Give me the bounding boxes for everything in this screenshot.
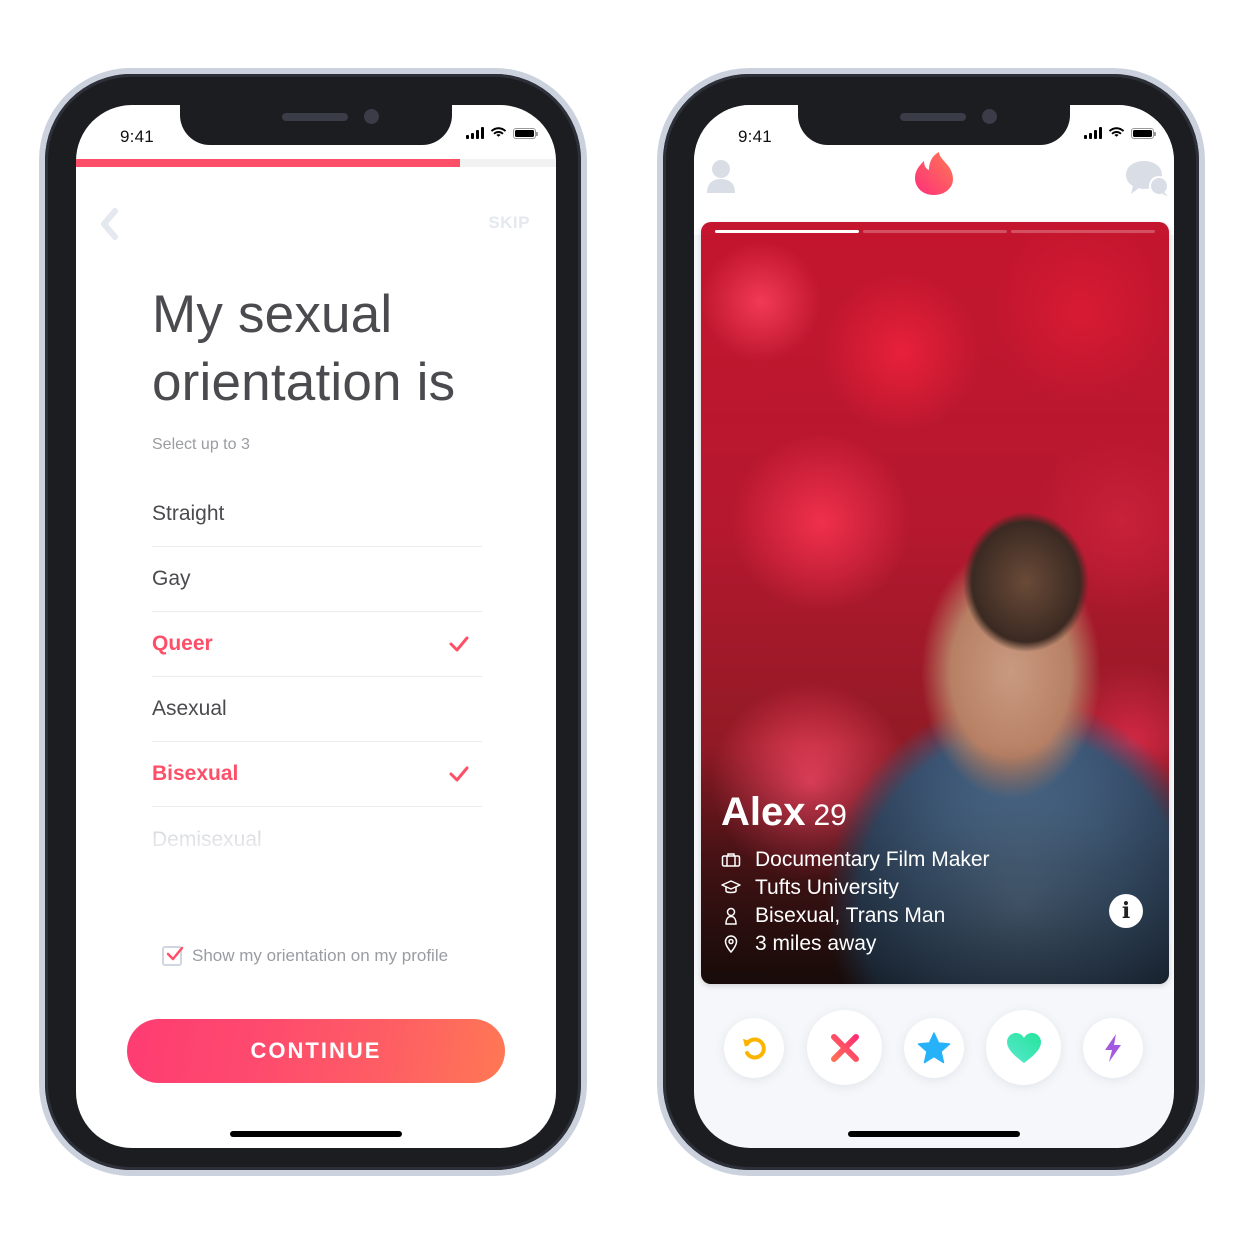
- info-button[interactable]: i: [1109, 894, 1143, 928]
- nope-button[interactable]: [807, 1010, 882, 1085]
- person-icon: [725, 907, 737, 925]
- wifi-icon: [490, 127, 507, 137]
- progress-fill: [76, 159, 460, 167]
- chevron-left-icon: [101, 208, 118, 240]
- detail-orientation: Bisexual, Trans Man: [719, 902, 990, 930]
- home-indicator: [230, 1131, 402, 1137]
- notch: [180, 105, 452, 145]
- detail-school: Tufts University: [719, 874, 990, 902]
- lightning-icon: [1105, 1034, 1121, 1062]
- onboarding-progress-bar: [76, 159, 556, 167]
- power-button: [581, 322, 587, 452]
- battery-icon: [1131, 127, 1156, 139]
- profile-card[interactable]: Alex 29 Documentary Film Maker Tufts Uni…: [701, 222, 1169, 984]
- profile-name-row: Alex 29: [721, 790, 847, 835]
- status-icons: [1084, 127, 1156, 139]
- super-like-button[interactable]: [904, 1018, 964, 1078]
- chat-icon: [1126, 161, 1169, 196]
- option-bisexual[interactable]: Bisexual: [152, 742, 482, 807]
- phone-right: 9:41 Alex 29 Documentary Film Maker Tuft…: [657, 68, 1205, 1176]
- action-bar: [694, 1008, 1174, 1088]
- option-label: Bisexual: [152, 762, 239, 785]
- star-icon: [917, 1032, 951, 1064]
- phone-bezel: 9:41 Alex 29 Documentary Film Maker Tuft…: [663, 74, 1199, 1170]
- checkmark-icon: [449, 766, 469, 782]
- back-button[interactable]: [98, 207, 128, 241]
- power-button: [1199, 322, 1205, 452]
- profile-icon: [707, 160, 735, 193]
- option-straight[interactable]: Straight: [152, 482, 482, 547]
- photo-indicator-segment: [715, 230, 859, 233]
- detail-orientation-text: Bisexual, Trans Man: [755, 904, 946, 927]
- location-pin-icon: [724, 935, 738, 953]
- show-orientation-checkbox-row[interactable]: Show my orientation on my profile: [162, 946, 448, 966]
- orientation-screen: 9:41 SKIP My sexual orientation is Selec…: [76, 105, 556, 1148]
- checkmark-icon: [166, 946, 184, 961]
- battery-icon: [513, 127, 538, 139]
- home-button[interactable]: [914, 151, 954, 202]
- briefcase-icon: [721, 853, 741, 867]
- status-time: 9:41: [738, 127, 772, 146]
- tinder-flame-icon: [915, 152, 953, 195]
- home-indicator: [848, 1131, 1020, 1137]
- boost-button[interactable]: [1083, 1018, 1143, 1078]
- profile-name: Alex: [721, 790, 806, 834]
- heart-icon: [1006, 1032, 1041, 1063]
- status-time: 9:41: [120, 127, 154, 146]
- option-label: Demisexual: [152, 827, 262, 851]
- show-orientation-label: Show my orientation on my profile: [192, 946, 449, 965]
- phone-left: 9:41 SKIP My sexual orientation is Selec…: [39, 68, 587, 1176]
- swipe-screen: 9:41 Alex 29 Documentary Film Maker Tuft…: [694, 105, 1174, 1148]
- graduation-cap-icon: [721, 880, 741, 894]
- rewind-button[interactable]: [724, 1018, 784, 1078]
- photo-indicator-segment: [863, 230, 1007, 233]
- option-label: Queer: [152, 632, 213, 655]
- detail-distance-text: 3 miles away: [755, 932, 877, 955]
- option-queer[interactable]: Queer: [152, 612, 482, 677]
- option-asexual[interactable]: Asexual: [152, 677, 482, 742]
- detail-job: Documentary Film Maker: [719, 846, 990, 874]
- option-label: Gay: [152, 567, 191, 590]
- wifi-icon: [1108, 127, 1125, 137]
- skip-button[interactable]: SKIP: [488, 213, 530, 233]
- rewind-icon: [743, 1037, 766, 1060]
- detail-job-text: Documentary Film Maker: [755, 848, 990, 871]
- detail-school-text: Tufts University: [755, 876, 899, 899]
- show-orientation-checkbox[interactable]: [162, 946, 184, 966]
- status-icons: [466, 127, 538, 139]
- messages-button[interactable]: [1124, 159, 1170, 202]
- photo-indicator: [715, 230, 1155, 234]
- page-title: My sexual orientation is: [152, 285, 456, 412]
- cellular-signal-icon: [1084, 127, 1102, 139]
- option-label: Straight: [152, 502, 225, 525]
- profile-age: 29: [813, 799, 847, 832]
- x-icon: [830, 1033, 859, 1062]
- page-subtitle: Select up to 3: [152, 436, 250, 453]
- option-demisexual[interactable]: Demisexual: [152, 807, 482, 872]
- phone-bezel: 9:41 SKIP My sexual orientation is Selec…: [45, 74, 581, 1170]
- notch: [798, 105, 1070, 145]
- checkmark-icon: [449, 636, 469, 652]
- option-label: Asexual: [152, 697, 227, 720]
- orientation-options-list: Straight Gay Queer Asexual Bisexual Demi…: [152, 482, 482, 872]
- like-button[interactable]: [986, 1010, 1061, 1085]
- profile-details: Documentary Film Maker Tufts University …: [719, 846, 990, 958]
- continue-button[interactable]: CONTINUE: [127, 1019, 505, 1083]
- cellular-signal-icon: [466, 127, 484, 139]
- detail-distance: 3 miles away: [719, 930, 990, 958]
- option-gay[interactable]: Gay: [152, 547, 482, 612]
- profile-button[interactable]: [706, 159, 736, 200]
- photo-indicator-segment: [1011, 230, 1155, 233]
